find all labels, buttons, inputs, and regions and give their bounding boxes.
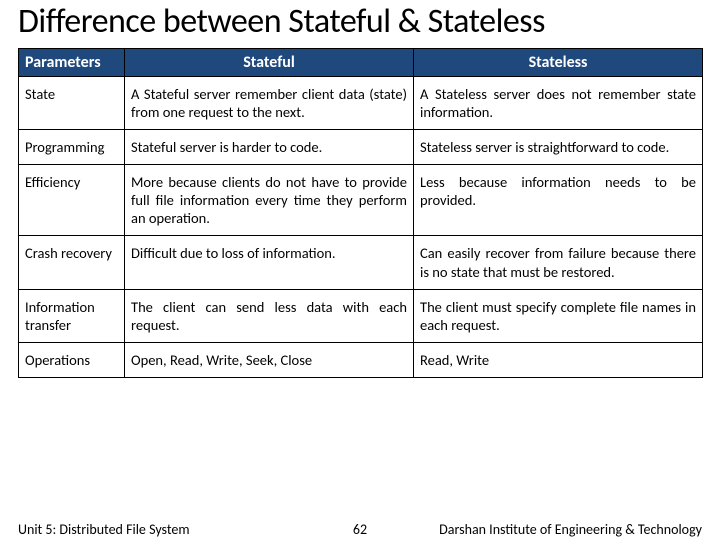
table-row: Crash recovery Difficult due to loss of … [19, 236, 703, 289]
cell-stateful: Open, Read, Write, Seek, Close [125, 342, 414, 377]
cell-stateful: The client can send less data with each … [125, 289, 414, 342]
cell-stateful: More because clients do not have to prov… [125, 165, 414, 236]
cell-stateful: A Stateful server remember client data (… [125, 76, 414, 129]
cell-stateless: Stateless server is straightforward to c… [414, 129, 703, 164]
footer-institute: Darshan Institute of Engineering & Techn… [390, 521, 702, 538]
table-row: Efficiency More because clients do not h… [19, 165, 703, 236]
cell-stateless: A Stateless server does not remember sta… [414, 76, 703, 129]
cell-stateful: Stateful server is harder to code. [125, 129, 414, 164]
cell-stateless: Can easily recover from failure because … [414, 236, 703, 289]
cell-param: Efficiency [19, 165, 125, 236]
col-header-stateful: Stateful [125, 48, 414, 76]
cell-param: Programming [19, 129, 125, 164]
cell-stateless: Read, Write [414, 342, 703, 377]
table-row: State A Stateful server remember client … [19, 76, 703, 129]
table-header-row: Parameters Stateful Stateless [19, 48, 703, 76]
cell-param: Information transfer [19, 289, 125, 342]
slide-title: Difference between Stateful & Stateless [18, 4, 702, 40]
col-header-stateless: Stateless [414, 48, 703, 76]
cell-param: Operations [19, 342, 125, 377]
cell-param: State [19, 76, 125, 129]
cell-param: Crash recovery [19, 236, 125, 289]
table-row: Information transfer The client can send… [19, 289, 703, 342]
cell-stateless: Less because information needs to be pro… [414, 165, 703, 236]
table-row: Operations Open, Read, Write, Seek, Clos… [19, 342, 703, 377]
footer-page-number: 62 [330, 521, 390, 538]
col-header-parameters: Parameters [19, 48, 125, 76]
table-row: Programming Stateful server is harder to… [19, 129, 703, 164]
footer: Unit 5: Distributed File System 62 Darsh… [18, 521, 702, 538]
slide: Difference between Stateful & Stateless … [0, 4, 720, 544]
footer-unit: Unit 5: Distributed File System [18, 521, 330, 538]
cell-stateless: The client must specify complete file na… [414, 289, 703, 342]
comparison-table: Parameters Stateful Stateless State A St… [18, 48, 703, 378]
cell-stateful: Difficult due to loss of information. [125, 236, 414, 289]
